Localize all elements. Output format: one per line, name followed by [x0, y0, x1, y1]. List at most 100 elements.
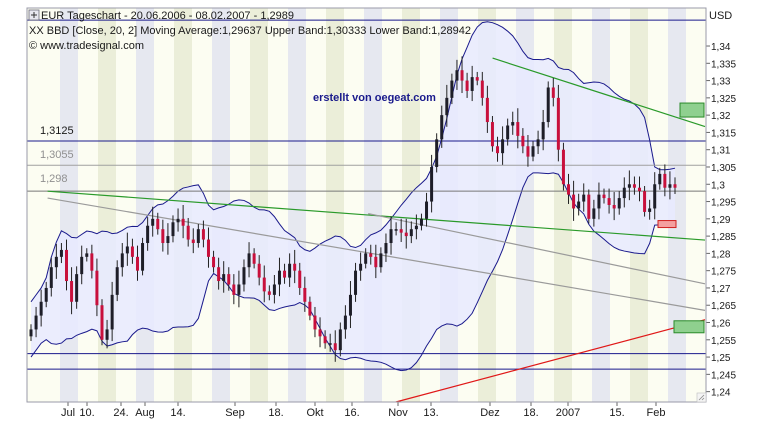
candle-body	[399, 229, 403, 233]
candle-body	[561, 149, 565, 185]
y-tick-label: 1,335	[711, 59, 736, 70]
candle	[561, 142, 565, 191]
candle-body	[374, 256, 378, 268]
candle-body	[384, 243, 388, 254]
candle-body	[445, 97, 449, 116]
candle-body	[201, 229, 205, 240]
x-tick-label: 18.	[268, 407, 283, 419]
candle-body	[663, 173, 667, 188]
candle-body	[455, 70, 459, 81]
y-tick-label: 1,325	[711, 94, 736, 105]
candle-body	[572, 194, 576, 209]
candle-body	[343, 315, 347, 330]
candle-body	[171, 222, 175, 237]
x-tick-label: 15.	[609, 407, 624, 419]
background-stripe	[60, 8, 78, 402]
y-tick-label: 1,27	[711, 284, 731, 295]
background-stripe	[136, 8, 154, 402]
candle-body	[414, 225, 418, 230]
candle-body	[130, 246, 134, 257]
candle-body	[323, 336, 327, 344]
candle-body	[541, 122, 545, 140]
candle-body	[100, 305, 104, 340]
candle-body	[582, 194, 586, 202]
candle-body	[359, 263, 363, 271]
resize-handle-icon[interactable]	[696, 392, 707, 403]
candle-body	[425, 201, 429, 219]
candle-body	[217, 267, 221, 282]
candle-body	[465, 80, 469, 91]
chart-root: 1,34 1,335 1,33 1,325 1,32 1,315 1,31 1,305 1,3 1…	[0, 0, 764, 434]
candle-body	[59, 249, 63, 257]
candle-body	[338, 329, 342, 351]
candle-body	[602, 194, 606, 199]
candle-body	[125, 246, 129, 254]
y-tick-label: 1,295	[711, 198, 736, 209]
candle-body	[64, 249, 68, 282]
background-stripe	[288, 8, 306, 402]
candle-body	[546, 87, 550, 123]
chart-settings-icon[interactable]	[28, 9, 40, 21]
header-line2: XX BBD [Close, 20, 2] Moving Average:1,2…	[29, 25, 471, 37]
candle-body	[348, 294, 352, 316]
y-tick-label: 1,28	[711, 249, 731, 260]
candle-body	[318, 329, 322, 337]
y-tick-label: 1,285	[711, 232, 736, 243]
candle	[141, 237, 145, 276]
y-tick-label: 1,275	[711, 267, 736, 278]
candle-body	[293, 263, 297, 271]
candle-body	[298, 270, 302, 288]
candle-body	[262, 277, 266, 292]
y-tick-label: 1,255	[711, 336, 736, 347]
level-label-3125: 1,3125	[40, 125, 74, 137]
y-tick-label: 1,34	[711, 42, 731, 53]
candle-body	[176, 218, 180, 223]
candle-body	[490, 122, 494, 147]
x-tick-label: Sep	[225, 407, 245, 419]
candle-body	[627, 184, 631, 188]
candle-body	[252, 253, 256, 264]
candle-body	[135, 256, 139, 271]
y-tick-label: 1,25	[711, 353, 731, 364]
candle-body	[612, 205, 616, 209]
background-stripe	[250, 8, 268, 402]
alert-box-lower[interactable]	[673, 320, 705, 334]
x-tick-label: Aug	[135, 407, 155, 419]
candle-body	[39, 301, 43, 316]
x-tick-label: Jul	[61, 407, 75, 419]
y-tick-label: 1,29	[711, 215, 731, 226]
header-line3: © www.tradesignal.com	[29, 40, 144, 52]
candle-body	[242, 267, 246, 285]
candle-body	[501, 139, 505, 154]
candle-body	[567, 184, 571, 195]
candle-body	[638, 187, 642, 192]
y-tick-label: 1,265	[711, 301, 736, 312]
candle-body	[161, 229, 165, 244]
candle-body	[658, 173, 662, 185]
candle-body	[80, 256, 84, 275]
candle-body	[460, 70, 464, 81]
candle-body	[29, 329, 33, 337]
candle-body	[328, 343, 332, 345]
candle-body	[577, 201, 581, 209]
y-tick-label: 1,26	[711, 319, 731, 330]
candle-body	[267, 291, 271, 295]
candle	[546, 81, 550, 128]
candle-body	[496, 146, 500, 154]
candle-body	[622, 187, 626, 199]
candle-body	[668, 184, 672, 188]
alert-box-red[interactable]	[657, 220, 677, 229]
candle-body	[333, 343, 337, 351]
x-tick-label: 10.	[79, 407, 94, 419]
candle-body	[44, 287, 48, 302]
candle-body	[354, 270, 358, 295]
price-chart[interactable]: 1,341,3351,331,3251,321,3151,311,3051,31…	[0, 0, 764, 434]
candle-body	[146, 225, 150, 244]
candle-body	[389, 229, 393, 244]
candle-body	[151, 218, 155, 226]
candle-body	[90, 253, 94, 271]
y-tick-label: 1,32	[711, 111, 731, 122]
alert-box-upper[interactable]	[679, 102, 705, 118]
candle-body	[34, 315, 38, 330]
candle-body	[54, 256, 58, 268]
